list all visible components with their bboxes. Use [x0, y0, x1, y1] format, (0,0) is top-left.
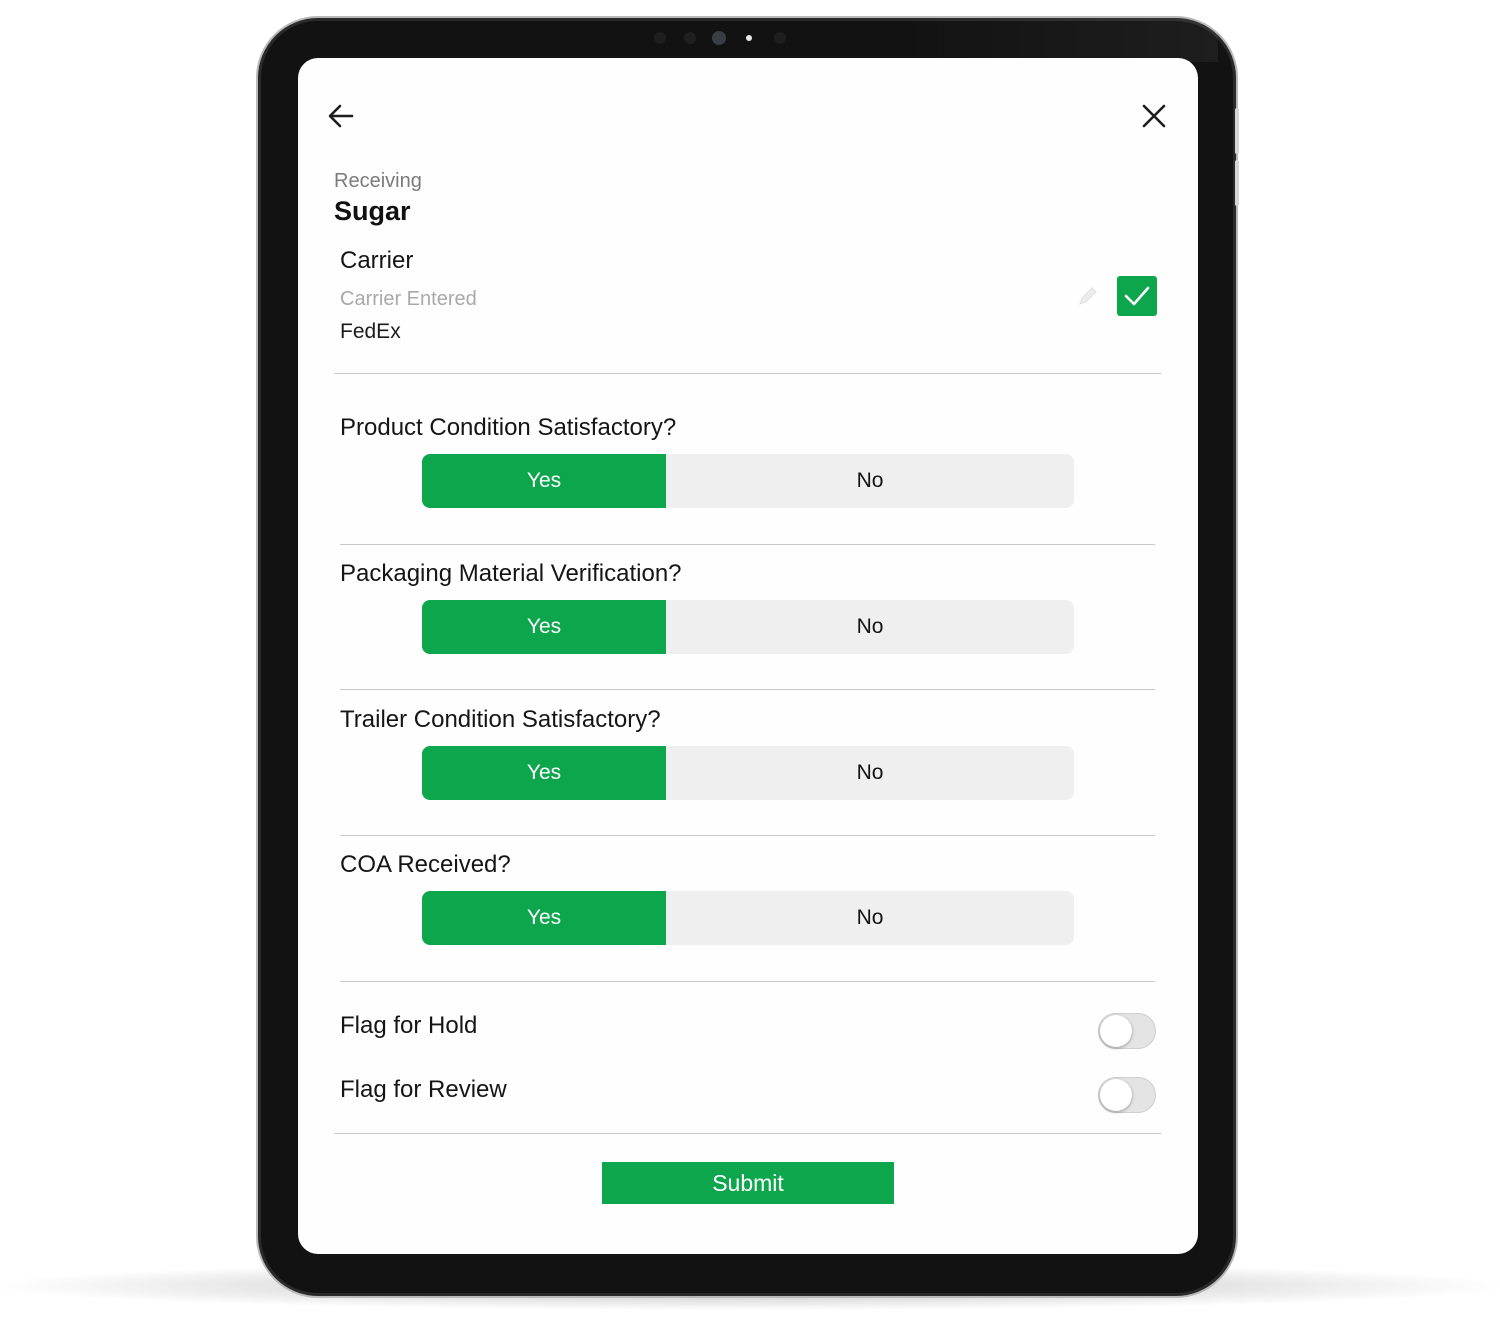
- divider: [334, 1133, 1161, 1134]
- pencil-icon[interactable]: [1076, 284, 1100, 308]
- app-screen: Receiving Sugar Carrier Carrier Entered …: [298, 58, 1198, 1254]
- flag-hold-label: Flag for Hold: [340, 1012, 478, 1039]
- divider: [340, 981, 1155, 982]
- divider: [340, 689, 1155, 690]
- camera-sensors: [650, 30, 800, 46]
- carrier-field-value: FedEx: [340, 320, 401, 343]
- question-label: Trailer Condition Satisfactory?: [340, 706, 661, 733]
- yes-option[interactable]: Yes: [422, 454, 666, 508]
- yes-option[interactable]: Yes: [422, 600, 666, 654]
- question-label: Product Condition Satisfactory?: [340, 414, 677, 441]
- no-option[interactable]: No: [666, 454, 1074, 508]
- no-option[interactable]: No: [666, 891, 1074, 945]
- yes-no-segmented-control: Yes No: [422, 600, 1074, 654]
- divider: [340, 835, 1155, 836]
- yes-option[interactable]: Yes: [422, 891, 666, 945]
- yes-no-segmented-control: Yes No: [422, 746, 1074, 800]
- carrier-section-title: Carrier: [340, 247, 414, 274]
- divider: [334, 373, 1161, 374]
- flag-review-label: Flag for Review: [340, 1076, 507, 1103]
- yes-no-segmented-control: Yes No: [422, 454, 1074, 508]
- checkmark-icon: [1124, 286, 1150, 306]
- side-button: [1235, 108, 1239, 154]
- no-option[interactable]: No: [666, 746, 1074, 800]
- question-label: COA Received?: [340, 851, 511, 878]
- page-title: Sugar: [334, 196, 411, 226]
- close-icon[interactable]: [1134, 96, 1174, 136]
- breadcrumb: Receiving: [334, 170, 422, 192]
- side-button: [1235, 160, 1239, 206]
- yes-option[interactable]: Yes: [422, 746, 666, 800]
- question-label: Packaging Material Verification?: [340, 560, 682, 587]
- yes-no-segmented-control: Yes No: [422, 891, 1074, 945]
- toggle-knob: [1100, 1079, 1132, 1111]
- submit-button[interactable]: Submit: [602, 1162, 894, 1204]
- divider: [340, 544, 1155, 545]
- arrow-left-icon[interactable]: [322, 96, 362, 136]
- no-option[interactable]: No: [666, 600, 1074, 654]
- toggle-knob: [1100, 1015, 1132, 1047]
- flag-hold-toggle[interactable]: [1098, 1013, 1156, 1049]
- carrier-field-label: Carrier Entered: [340, 288, 477, 310]
- flag-review-toggle[interactable]: [1098, 1077, 1156, 1113]
- confirm-carrier-button[interactable]: [1117, 276, 1157, 316]
